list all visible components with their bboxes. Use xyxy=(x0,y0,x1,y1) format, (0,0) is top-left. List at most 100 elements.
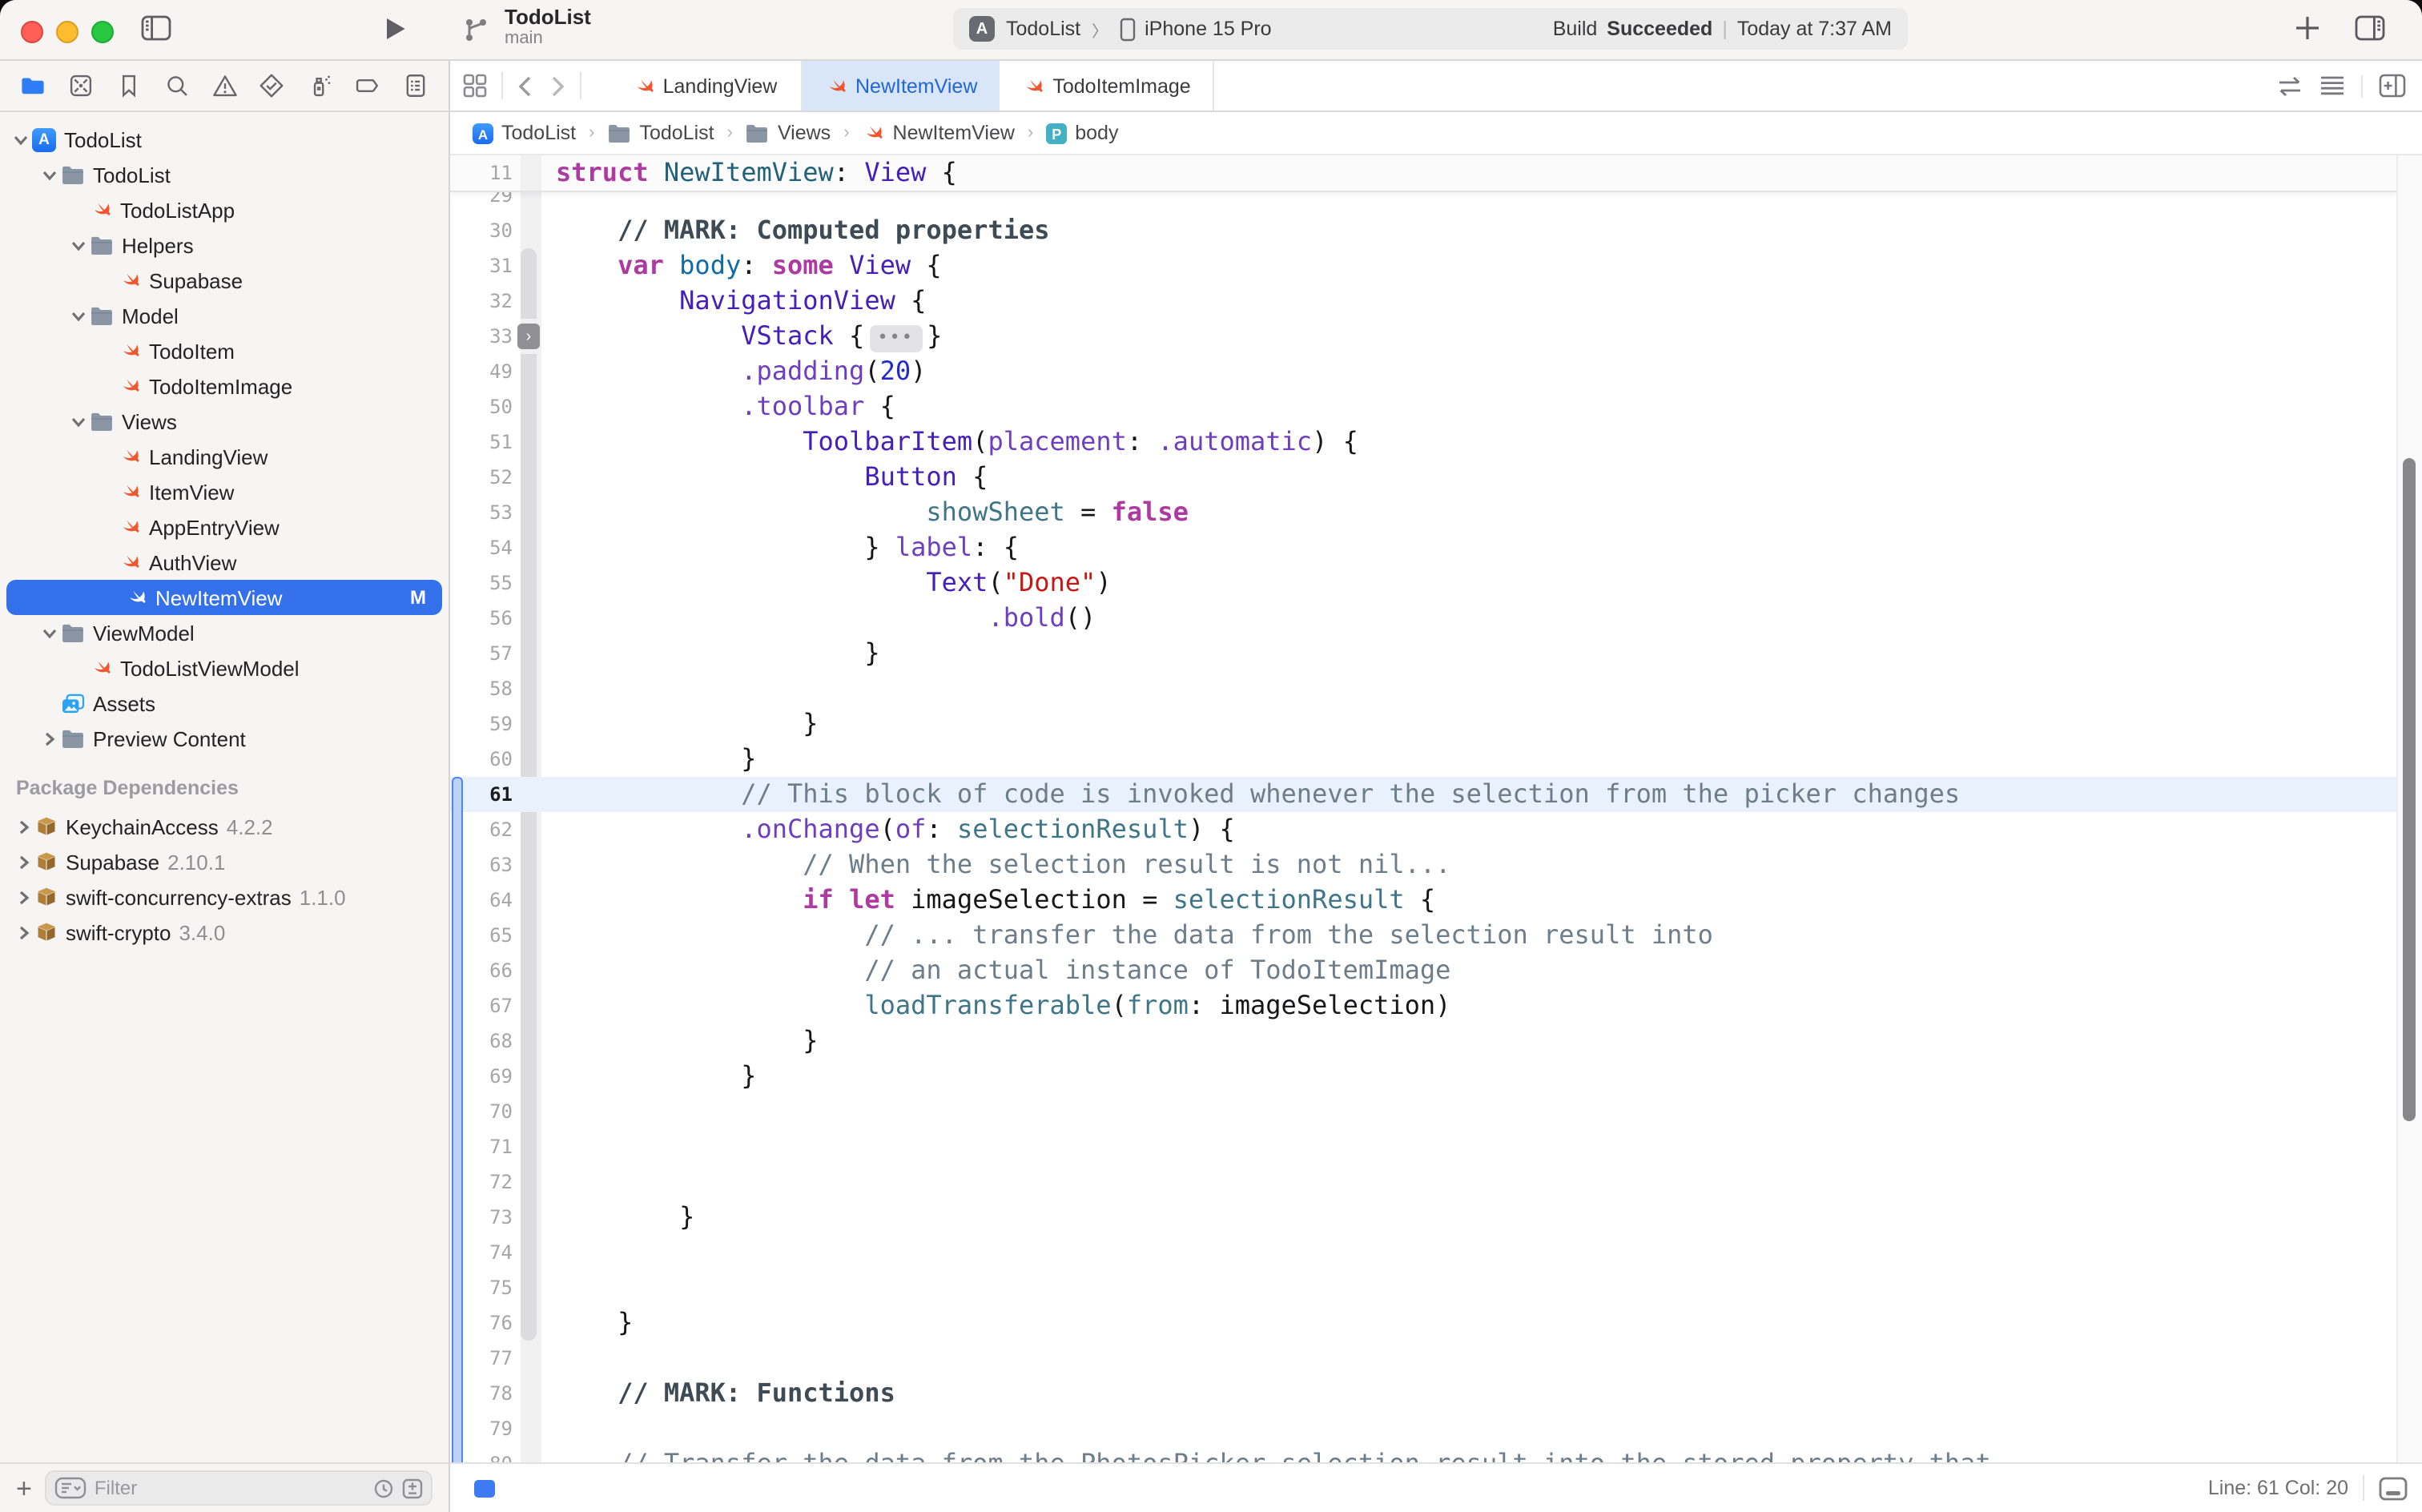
code-line[interactable]: 75 xyxy=(450,1270,2422,1305)
zoom-button[interactable] xyxy=(91,21,114,43)
reports-icon[interactable] xyxy=(402,72,429,99)
code-line[interactable]: 56 .bold() xyxy=(450,601,2422,636)
code-line[interactable]: 63 // When the selection result is not n… xyxy=(450,847,2422,883)
tab-newitemview[interactable]: NewItemView xyxy=(803,61,1000,111)
breadcrumb-item-todolist[interactable]: ATodoList xyxy=(473,122,576,145)
code-line[interactable]: 59 } xyxy=(450,706,2422,742)
code-line[interactable]: 51 ToolbarItem(placement: .automatic) { xyxy=(450,424,2422,460)
breakpoints-icon[interactable] xyxy=(354,72,381,99)
code-line[interactable]: 65 // ... transfer the data from the sel… xyxy=(450,918,2422,953)
project-navigator-icon[interactable] xyxy=(19,72,46,99)
toggle-navigator-icon[interactable] xyxy=(141,14,171,42)
related-items-grid-icon[interactable] xyxy=(450,61,497,111)
tree-item-preview-content[interactable]: Preview Content xyxy=(0,721,449,756)
scheme-bar[interactable]: A TodoList 〉 iPhone 15 Pro BuildSucceede… xyxy=(953,8,1908,50)
disclosure-chevron-icon[interactable] xyxy=(13,925,35,939)
fold-marker-icon[interactable]: › xyxy=(517,324,540,349)
code-line[interactable]: 55 Text("Done") xyxy=(450,565,2422,601)
disclosure-chevron-icon[interactable] xyxy=(38,625,61,640)
package-item-swift-crypto[interactable]: swift-crypto3.4.0 xyxy=(0,915,449,950)
tree-item-todolistviewmodel[interactable]: TodoListViewModel xyxy=(0,650,449,686)
document-indicator-icon[interactable] xyxy=(474,1479,495,1497)
editor-only-mode-icon[interactable] xyxy=(2379,1476,2408,1500)
code-line[interactable]: 71 xyxy=(450,1129,2422,1164)
add-editor-icon[interactable] xyxy=(2379,74,2406,98)
code-line[interactable]: 30 // MARK: Computed properties xyxy=(450,213,2422,248)
project-header[interactable]: TodoList main xyxy=(461,5,591,50)
code-line[interactable]: 73 } xyxy=(450,1200,2422,1235)
bookmarks-icon[interactable] xyxy=(115,72,143,99)
package-item-swift-concurrency-extras[interactable]: swift-concurrency-extras1.1.0 xyxy=(0,879,449,915)
code-line[interactable]: 77 xyxy=(450,1341,2422,1376)
go-back-icon[interactable] xyxy=(508,61,541,111)
code-line[interactable]: 64 if let imageSelection = selectionResu… xyxy=(450,883,2422,918)
tree-item-newitemview[interactable]: NewItemViewM xyxy=(6,580,442,615)
package-item-keychainaccess[interactable]: KeychainAccess4.2.2 xyxy=(0,809,449,844)
run-destination[interactable]: iPhone 15 Pro xyxy=(1145,18,1271,40)
tab-landingview[interactable]: LandingView xyxy=(609,61,803,111)
code-line[interactable]: 32 NavigationView { xyxy=(450,284,2422,319)
tree-item-todoitemimage[interactable]: TodoItemImage xyxy=(0,368,449,404)
toggle-inspector-icon[interactable] xyxy=(2355,14,2385,42)
disclosure-chevron-icon[interactable] xyxy=(67,238,90,252)
sticky-declaration-line[interactable]: 11struct NewItemView: View { xyxy=(450,155,2398,192)
code-line[interactable]: 69 } xyxy=(450,1059,2422,1094)
editor-scrollbar[interactable] xyxy=(2396,155,2422,1462)
tests-icon[interactable] xyxy=(259,72,286,99)
breadcrumb-item-todolist[interactable]: TodoList xyxy=(607,122,714,144)
tree-item-authview[interactable]: AuthView xyxy=(0,545,449,580)
code-line[interactable]: 80 // Transfer the data from the PhotosP… xyxy=(450,1446,2422,1462)
disclosure-chevron-icon[interactable] xyxy=(67,414,90,428)
minimap-lines-icon[interactable] xyxy=(2319,75,2345,96)
code-line[interactable]: 74 xyxy=(450,1235,2422,1270)
add-file-button[interactable]: + xyxy=(16,1474,32,1502)
package-item-supabase[interactable]: Supabase2.10.1 xyxy=(0,844,449,879)
tree-item-landingview[interactable]: LandingView xyxy=(0,439,449,474)
source-control-filter-icon[interactable] xyxy=(402,1478,423,1498)
filter-input[interactable]: Filter xyxy=(95,1477,137,1499)
code-line[interactable]: 53 showSheet = false xyxy=(450,495,2422,530)
tree-item-views[interactable]: Views xyxy=(0,404,449,439)
tree-item-todolist[interactable]: TodoList xyxy=(0,157,449,192)
disclosure-chevron-icon[interactable] xyxy=(10,132,32,147)
code-line[interactable]: 50 .toolbar { xyxy=(450,389,2422,424)
code-line[interactable]: 68 } xyxy=(450,1023,2422,1059)
disclosure-chevron-icon[interactable] xyxy=(67,308,90,323)
source-control-icon[interactable] xyxy=(67,72,95,99)
debug-icon[interactable] xyxy=(307,72,334,99)
code-line[interactable]: 78 // MARK: Functions xyxy=(450,1376,2422,1411)
minimize-button[interactable] xyxy=(56,21,78,43)
scheme-target[interactable]: TodoList xyxy=(1006,18,1080,40)
disclosure-chevron-icon[interactable] xyxy=(38,731,61,746)
code-line[interactable]: 57 } xyxy=(450,636,2422,671)
run-button[interactable] xyxy=(384,16,407,42)
disclosure-chevron-icon[interactable] xyxy=(38,167,61,182)
breadcrumb-item-body[interactable]: Pbody xyxy=(1046,122,1118,145)
sticky-code-line[interactable]: 11struct NewItemView: View { xyxy=(450,155,2398,191)
tree-item-model[interactable]: Model xyxy=(0,298,449,333)
tree-item-viewmodel[interactable]: ViewModel xyxy=(0,615,449,650)
find-icon[interactable] xyxy=(163,72,190,99)
code-line[interactable]: 60 } xyxy=(450,742,2422,777)
code-line[interactable]: 33› VStack {•••} xyxy=(450,319,2422,354)
code-line[interactable]: 62 .onChange(of: selectionResult) { xyxy=(450,812,2422,847)
tab-todoitemimage[interactable]: TodoItemImage xyxy=(1000,61,1214,111)
code-line[interactable]: 58 xyxy=(450,671,2422,706)
scrollbar-thumb[interactable] xyxy=(2403,458,2416,1121)
tree-item-todoitem[interactable]: TodoItem xyxy=(0,333,449,368)
tree-item-assets[interactable]: Assets xyxy=(0,686,449,721)
disclosure-chevron-icon[interactable] xyxy=(13,855,35,869)
code-line[interactable]: 72 xyxy=(450,1164,2422,1200)
code-line[interactable]: 66 // an actual instance of TodoItemImag… xyxy=(450,953,2422,988)
go-forward-icon[interactable] xyxy=(541,61,575,111)
filter-field[interactable]: Filter xyxy=(45,1470,432,1506)
tree-item-itemview[interactable]: ItemView xyxy=(0,474,449,509)
tree-item-appentryview[interactable]: AppEntryView xyxy=(0,509,449,545)
disclosure-chevron-icon[interactable] xyxy=(13,890,35,904)
disclosure-chevron-icon[interactable] xyxy=(13,819,35,834)
breadcrumb-item-newitemview[interactable]: NewItemView xyxy=(863,122,1015,144)
tree-item-helpers[interactable]: Helpers xyxy=(0,227,449,263)
code-line[interactable]: 49 .padding(20) xyxy=(450,354,2422,389)
code-line[interactable]: 54 } label: { xyxy=(450,530,2422,565)
recent-clock-icon[interactable] xyxy=(373,1478,394,1498)
